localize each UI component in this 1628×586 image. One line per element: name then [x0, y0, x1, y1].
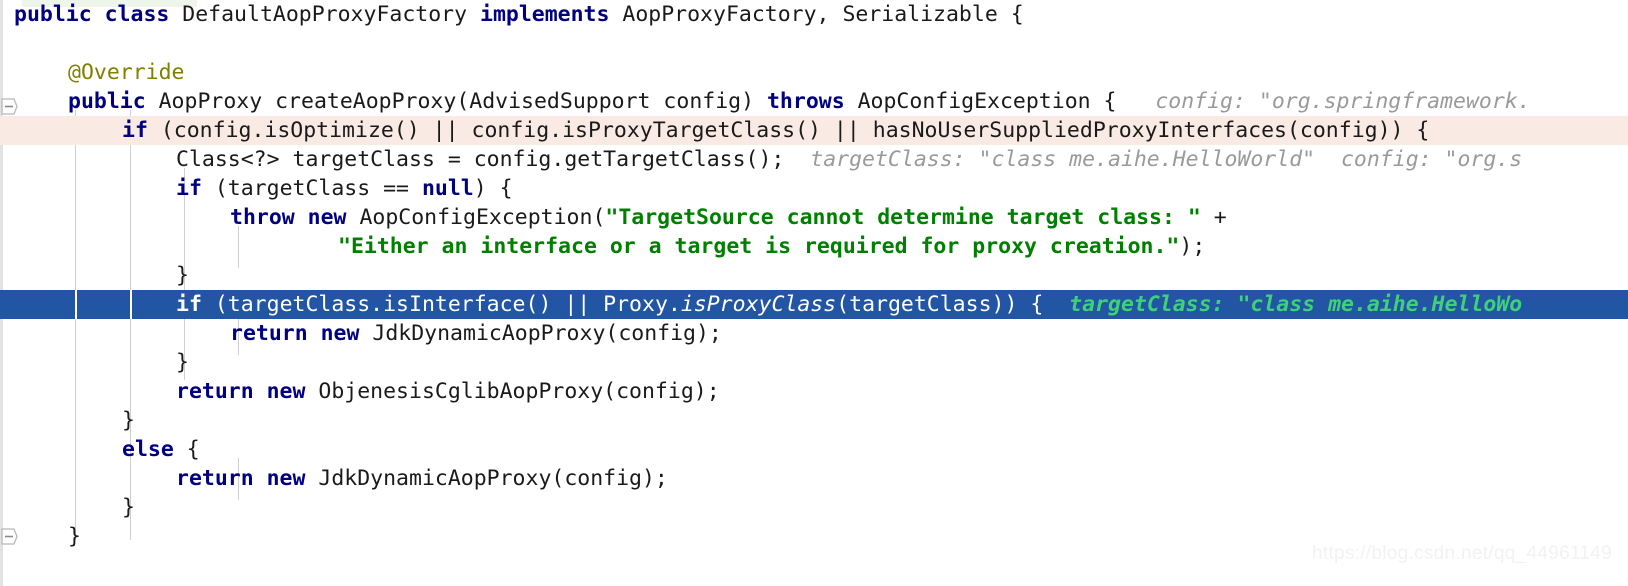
line-target-class-assign[interactable]: Class<?> targetClass = config.getTargetC…	[0, 145, 1628, 174]
line-return-objenesis-cglib-proxy[interactable]: return new ObjenesisCglibAopProxy(config…	[0, 377, 1628, 406]
token-plain: AopProxyFactory, Serializable {	[622, 2, 1024, 27]
token-kw: return new	[176, 379, 319, 404]
token-hint: targetClass: "class me.aihe.HelloWorld" …	[784, 147, 1523, 172]
token-plain: AopProxy createAopProxy(AdvisedSupport c…	[158, 89, 767, 114]
token-kw: return new	[176, 466, 319, 491]
token-plain: }	[176, 263, 189, 288]
token-plain: }	[122, 495, 135, 520]
code-text: }	[68, 522, 81, 551]
token-plain: (targetClass.isInterface() || Proxy.	[214, 292, 681, 317]
watermark-text: https://blog.csdn.net/qq_44961149	[1311, 543, 1612, 564]
code-text: public class DefaultAopProxyFactory impl…	[14, 0, 1024, 29]
line-create-aop-proxy-signature[interactable]: public AopProxy createAopProxy(AdvisedSu…	[0, 87, 1628, 116]
token-kw: else	[122, 437, 187, 462]
line-close-brace-interface-check[interactable]: }	[0, 348, 1628, 377]
token-plain: AopConfigException {	[857, 89, 1117, 114]
token-plain: }	[176, 350, 189, 375]
code-text: if (targetClass == null) {	[176, 174, 513, 203]
code-text: else {	[122, 435, 200, 464]
line-if-optimize[interactable]: if (config.isOptimize() || config.isProx…	[0, 116, 1628, 145]
code-text: Class<?> targetClass = config.getTargetC…	[176, 145, 1522, 174]
token-kw: public class	[14, 2, 183, 27]
code-text: }	[122, 493, 135, 522]
token-kw: throws	[766, 89, 858, 114]
token-str: "Either an interface or a target is requ…	[338, 234, 1180, 259]
token-plain: (config.isOptimize() || config.isProxyTa…	[160, 118, 1430, 143]
token-kw: if	[176, 176, 215, 201]
token-hint: config: "org.springframework.	[1116, 89, 1531, 114]
line-override-annotation[interactable]: @Override	[0, 58, 1628, 87]
line-close-brace-if-block[interactable]: }	[0, 406, 1628, 435]
line-close-brace-null-check[interactable]: }	[0, 261, 1628, 290]
code-editor-viewport[interactable]: public class DefaultAopProxyFactory impl…	[0, 0, 1628, 586]
line-close-brace-else[interactable]: }	[0, 493, 1628, 522]
code-text: return new JdkDynamicAopProxy(config);	[176, 464, 668, 493]
token-plain: }	[68, 524, 81, 549]
selection-indent-notch-0	[75, 290, 77, 319]
token-kw: throw new	[230, 205, 360, 230]
code-text: if (targetClass.isInterface() || Proxy.i…	[176, 290, 1522, 319]
line-return-jdk-dynamic-proxy-1[interactable]: return new JdkDynamicAopProxy(config);	[0, 319, 1628, 348]
token-plain: DefaultAopProxyFactory	[182, 2, 480, 27]
code-text: return new ObjenesisCglibAopProxy(config…	[176, 377, 720, 406]
line-return-jdk-dynamic-proxy-2[interactable]: return new JdkDynamicAopProxy(config);	[0, 464, 1628, 493]
token-kw: return new	[230, 321, 373, 346]
line-exception-message-continued[interactable]: "Either an interface or a target is requ…	[0, 232, 1628, 261]
token-kw: if	[176, 292, 215, 317]
token-kw: public	[68, 89, 159, 114]
token-plain: ObjenesisCglibAopProxy(config);	[318, 379, 720, 404]
token-hint-sel: targetClass: "class me.aihe.HelloWo	[1043, 292, 1523, 317]
token-kw: if	[122, 118, 161, 143]
line-else[interactable]: else {	[0, 435, 1628, 464]
line-if-is-interface[interactable]: if (targetClass.isInterface() || Proxy.i…	[0, 290, 1628, 319]
code-text: @Override	[68, 58, 185, 87]
code-text: }	[122, 406, 135, 435]
code-text: return new JdkDynamicAopProxy(config);	[230, 319, 722, 348]
token-plain: JdkDynamicAopProxy(config);	[318, 466, 668, 491]
token-plain: +	[1200, 205, 1227, 230]
code-text: }	[176, 261, 189, 290]
token-plain: Class<?> targetClass = config.getTargetC…	[176, 147, 785, 172]
token-plain: {	[186, 437, 200, 462]
token-plain: (targetClass ==	[214, 176, 422, 201]
code-text: public AopProxy createAopProxy(AdvisedSu…	[68, 87, 1531, 116]
token-anno: @Override	[68, 60, 185, 85]
token-plain: AopConfigException(	[359, 205, 606, 230]
line-class-decl[interactable]: public class DefaultAopProxyFactory impl…	[0, 0, 1628, 29]
token-plain: JdkDynamicAopProxy(config);	[372, 321, 722, 346]
code-text: "Either an interface or a target is requ…	[338, 232, 1205, 261]
code-text: throw new AopConfigException("TargetSour…	[230, 203, 1227, 232]
token-plain-italic: isProxyClass	[680, 292, 837, 317]
token-kw: implements	[480, 2, 623, 27]
token-plain: (targetClass)) {	[836, 292, 1044, 317]
code-text: if (config.isOptimize() || config.isProx…	[122, 116, 1429, 145]
token-plain: }	[122, 408, 135, 433]
code-text: }	[176, 348, 189, 377]
line-if-target-class-null[interactable]: if (targetClass == null) {	[0, 174, 1628, 203]
token-plain: ) {	[473, 176, 513, 201]
token-plain: );	[1179, 234, 1206, 259]
token-str: "TargetSource cannot determine target cl…	[605, 205, 1201, 230]
token-kw: null	[421, 176, 474, 201]
line-blank-1[interactable]	[0, 29, 1628, 58]
line-throw-aop-config-exception[interactable]: throw new AopConfigException("TargetSour…	[0, 203, 1628, 232]
selection-indent-notch-1	[130, 290, 132, 319]
